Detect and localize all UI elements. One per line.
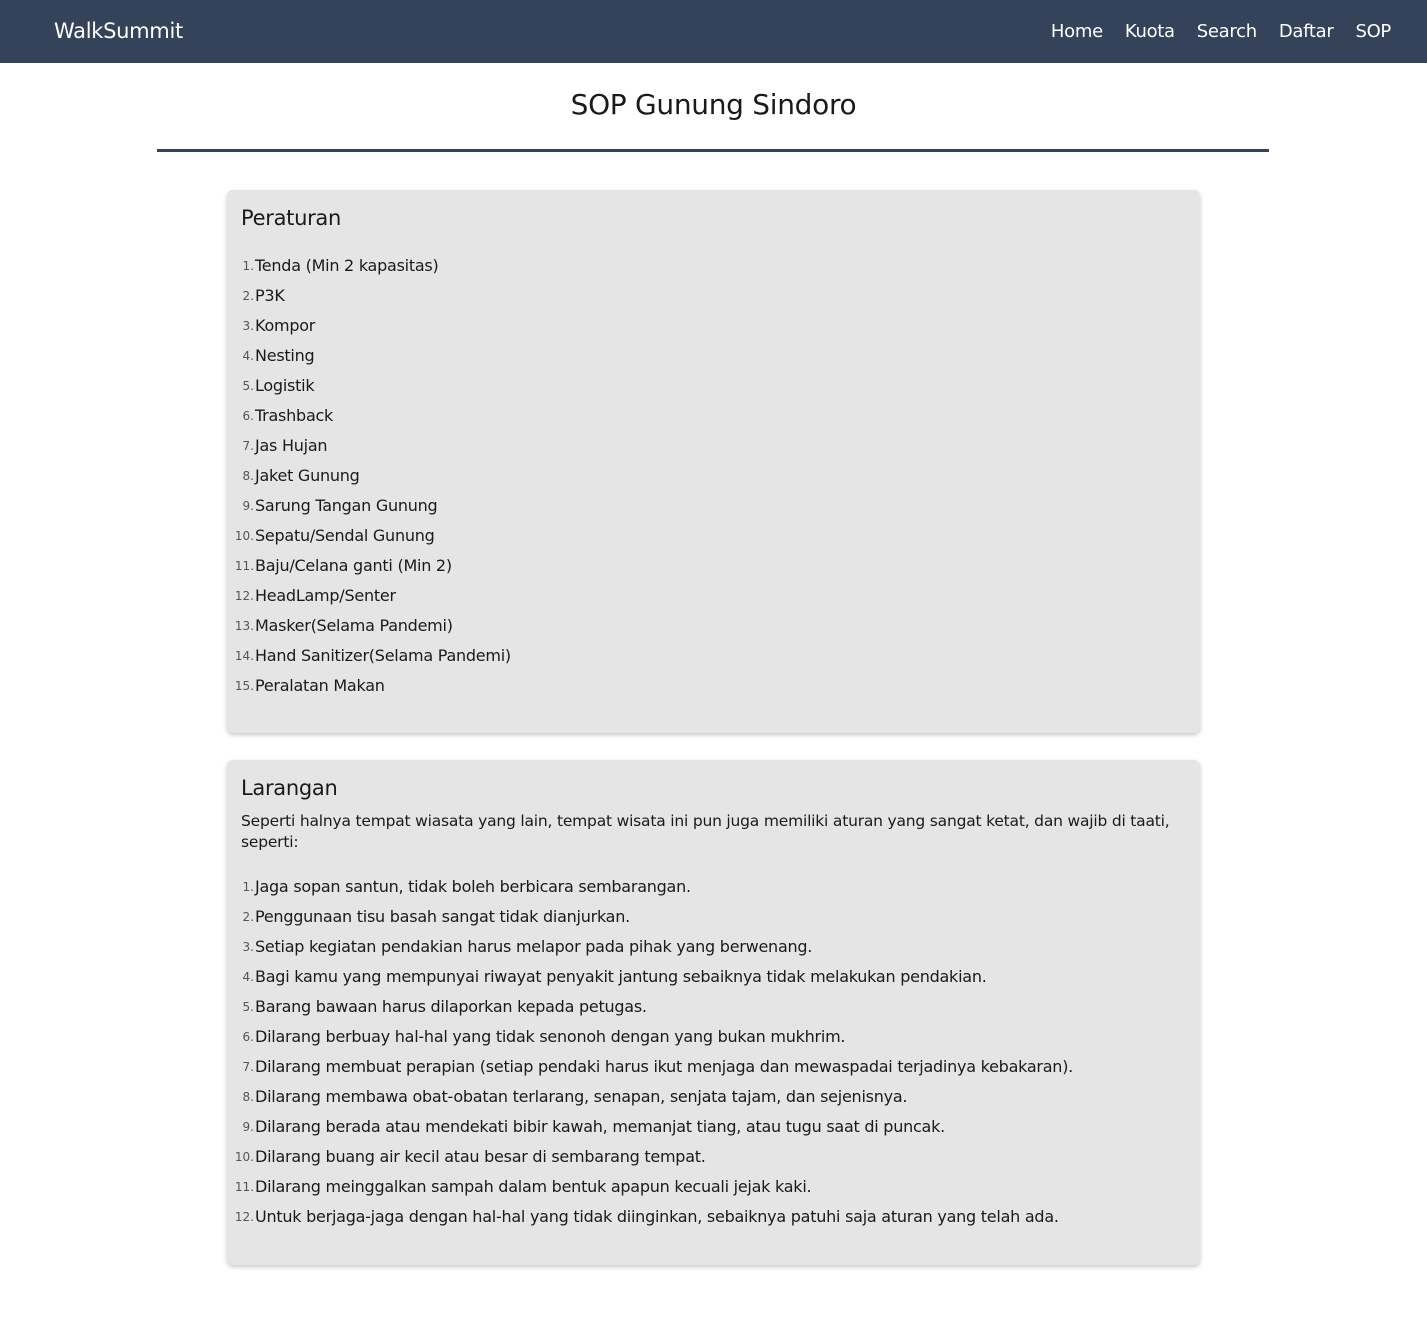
nav-link-daftar[interactable]: Daftar <box>1279 21 1334 42</box>
list-item: 3. Setiap kegiatan pendakian harus melapo… <box>241 932 1073 962</box>
list-item-number: 9. <box>242 499 254 513</box>
list-item-text: Barang bawaan harus dilaporkan kepada pe… <box>255 997 647 1016</box>
top-navbar: WalkSummit Home Kuota Search Daftar SOP <box>0 0 1427 63</box>
list-item: 12. Untuk berjaga-jaga dengan hal-hal yan… <box>235 1202 1073 1232</box>
list-item-text: Trashback <box>255 406 334 425</box>
list-item: 12. HeadLamp/Senter <box>235 581 511 611</box>
list-item-number: 2. <box>242 289 254 303</box>
list-item: 15. Peralatan Makan <box>235 671 511 701</box>
nav-link-search[interactable]: Search <box>1197 21 1257 42</box>
list-item-number: 5. <box>242 379 254 393</box>
list-item: 9. Dilarang berada atau mendekati bibir k… <box>241 1112 1073 1142</box>
list-item-text: Dilarang membawa obat-obatan terlarang, … <box>255 1087 908 1106</box>
list-item-text: Penggunaan tisu basah sangat tidak dianj… <box>255 907 630 926</box>
list-item-text: Setiap kegiatan pendakian harus melapor … <box>255 937 813 956</box>
list-item-text: Nesting <box>255 346 315 365</box>
list-item-number: 15. <box>234 679 254 693</box>
list-item-number: 2. <box>242 910 254 924</box>
list-item-number: 11. <box>234 559 254 573</box>
nav-link-sop[interactable]: SOP <box>1355 21 1391 42</box>
list-item-text: Bagi kamu yang mempunyai riwayat penyaki… <box>255 967 987 986</box>
list-item: 8. Dilarang membawa obat-obatan terlarang… <box>241 1082 1073 1112</box>
list-item-text: Jaket Gunung <box>255 466 360 485</box>
list-item: 7. Dilarang membuat perapian (setiap pend… <box>241 1052 1074 1082</box>
list-item: 11. Baju/Celana ganti (Min 2) <box>235 551 511 581</box>
page-title: SOP Gunung Sindoro <box>570 88 857 121</box>
list-item-text: Kompor <box>255 316 316 335</box>
list-item-number: 14. <box>234 649 254 663</box>
list-item-text: Dilarang membuat perapian (setiap pendak… <box>255 1057 1074 1076</box>
list-item-number: 3. <box>242 940 254 954</box>
list-item: 5. Logistik <box>241 371 511 401</box>
list-item-number: 3. <box>242 319 254 333</box>
list-item-number: 6. <box>242 1030 254 1044</box>
list-item-number: 5. <box>242 1000 254 1014</box>
list-item: 1. Jaga sopan santun, tidak boleh berbica… <box>241 872 1073 902</box>
list-item-text: P3K <box>255 286 285 305</box>
list-item: 10. Dilarang buang air kecil atau besar d… <box>235 1142 1073 1172</box>
list-item-text: Jaga sopan santun, tidak boleh berbicara… <box>255 877 691 896</box>
list-item-number: 4. <box>242 349 254 363</box>
list-item-number: 9. <box>242 1120 254 1134</box>
list-item-text: Masker(Selama Pandemi) <box>255 616 453 635</box>
list-item-text: Sarung Tangan Gunung <box>255 496 438 515</box>
list-item-text: Peralatan Makan <box>255 676 385 695</box>
list-item: 14. Hand Sanitizer(Selama Pandemi) <box>235 641 511 671</box>
list-item-number: 7. <box>242 1060 254 1074</box>
list-item-number: 12. <box>234 1210 254 1224</box>
list-item: 13. Masker(Selama Pandemi) <box>235 611 511 641</box>
nav-link-kuota[interactable]: Kuota <box>1125 21 1175 42</box>
list-item-text: Logistik <box>255 376 315 395</box>
list-item-text: Dilarang meinggalkan sampah dalam bentuk… <box>255 1177 812 1196</box>
list-item: 7. Jas Hujan <box>241 431 511 461</box>
bans-card-title: Larangan <box>241 776 338 800</box>
rules-list: 1. Tenda (Min 2 kapasitas) 2. P3K 3. Kompor 4.… <box>235 251 511 701</box>
list-item: 6. Trashback <box>241 401 511 431</box>
list-item: 6. Dilarang berbuay hal-hal yang tidak se… <box>241 1022 1073 1052</box>
list-item-text: Dilarang buang air kecil atau besar di s… <box>255 1147 706 1166</box>
list-item: 10. Sepatu/Sendal Gunung <box>235 521 511 551</box>
list-item-number: 4. <box>242 970 254 984</box>
rules-card: Peraturan 1. Tenda (Min 2 kapasitas) 2. P3K… <box>227 190 1200 733</box>
list-item-text: Untuk berjaga-jaga dengan hal-hal yang t… <box>255 1207 1059 1226</box>
list-item: 8. Jaket Gunung <box>241 461 511 491</box>
bans-list: 1. Jaga sopan santun, tidak boleh berbica… <box>235 872 1074 1232</box>
list-item-text: Tenda (Min 2 kapasitas) <box>255 256 439 275</box>
list-item: 2. P3K <box>241 281 511 311</box>
brand-logo-link[interactable]: WalkSummit <box>54 0 183 63</box>
list-item-number: 1. <box>242 259 254 273</box>
list-item: 2. Penggunaan tisu basah sangat tidak dia… <box>241 902 1073 932</box>
list-item-text: HeadLamp/Senter <box>255 586 396 605</box>
list-item: 4. Nesting <box>241 341 511 371</box>
list-item: 11. Dilarang meinggalkan sampah dalam ben… <box>235 1172 1073 1202</box>
list-item-number: 6. <box>242 409 254 423</box>
list-item-text: Jas Hujan <box>255 436 328 455</box>
list-item-text: Sepatu/Sendal Gunung <box>255 526 435 545</box>
list-item-number: 8. <box>242 469 254 483</box>
nav-link-home[interactable]: Home <box>1051 21 1103 42</box>
list-item-number: 10. <box>234 529 254 543</box>
list-item-number: 1. <box>242 880 254 894</box>
title-divider <box>157 149 1269 152</box>
bans-card: Larangan Seperti halnya tempat wiasata y… <box>227 760 1200 1265</box>
rules-card-title: Peraturan <box>241 206 341 230</box>
list-item-number: 12. <box>234 589 254 603</box>
nav-links: Home Kuota Search Daftar SOP <box>1051 0 1391 63</box>
list-item: 1. Tenda (Min 2 kapasitas) <box>241 251 511 281</box>
list-item-text: Dilarang berbuay hal-hal yang tidak seno… <box>255 1027 846 1046</box>
list-item-text: Hand Sanitizer(Selama Pandemi) <box>255 646 511 665</box>
list-item-number: 11. <box>234 1180 254 1194</box>
list-item-number: 8. <box>242 1090 254 1104</box>
list-item-number: 13. <box>234 619 254 633</box>
list-item: 3. Kompor <box>241 311 511 341</box>
list-item: 9. Sarung Tangan Gunung <box>241 491 511 521</box>
list-item: 5. Barang bawaan harus dilaporkan kepada … <box>241 992 1073 1022</box>
bans-intro-text: Seperti halnya tempat wiasata yang lain,… <box>241 812 1170 851</box>
list-item-number: 7. <box>242 439 254 453</box>
list-item: 4. Bagi kamu yang mempunyai riwayat penya… <box>241 962 1073 992</box>
list-item-number: 10. <box>234 1150 254 1164</box>
list-item-text: Baju/Celana ganti (Min 2) <box>255 556 452 575</box>
list-item-text: Dilarang berada atau mendekati bibir kaw… <box>255 1117 945 1136</box>
